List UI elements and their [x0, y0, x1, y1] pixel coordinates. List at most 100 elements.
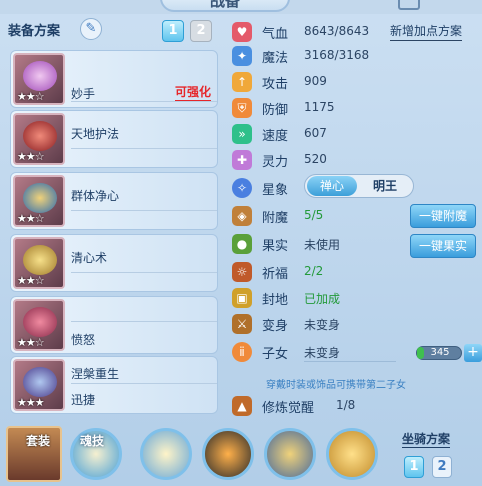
extra-label: 封地: [262, 293, 289, 308]
stat-row: » 速度 607: [232, 122, 480, 146]
heart-icon: ♥: [232, 22, 252, 42]
extra-row: ● 果实 未使用 一键果实: [232, 232, 480, 258]
divider: [71, 210, 217, 211]
equip-slot[interactable]: ★★★: [13, 359, 65, 411]
star-rating: ★★★: [17, 396, 45, 409]
equip-item[interactable]: ★★☆ 妙手 可强化: [10, 50, 218, 108]
equipment-header: 装备方案: [8, 24, 61, 39]
extra-label: 祈福: [262, 267, 289, 282]
equip-slot[interactable]: ★★☆: [13, 175, 65, 227]
child-icon: ⅱ: [232, 342, 252, 362]
purple-ring-icon: [23, 61, 57, 91]
stat-row: ✦ 魔法 3168/3168: [232, 44, 480, 68]
awaken-label: 修炼觉醒: [262, 401, 315, 416]
divider: [71, 101, 217, 102]
extra-label: 变身: [262, 319, 289, 334]
skill-slot-2[interactable]: [202, 428, 254, 480]
toggle-option-chanxin[interactable]: 禅心: [307, 176, 357, 196]
stat-value: 8643/8643: [304, 24, 370, 38]
star-sign-icon: ✧: [232, 178, 252, 198]
awaken-row: ▲ 修炼觉醒 1/8: [232, 394, 480, 418]
equip-slot[interactable]: ★★☆: [13, 237, 65, 289]
soul-skill-label: 魂技: [80, 434, 105, 448]
progress-value: 345: [430, 347, 450, 358]
one-key-enchant-button[interactable]: 一键附魔: [410, 204, 476, 228]
stat-row: ✚ 灵力 520: [232, 148, 480, 172]
stat-value: 607: [304, 126, 327, 140]
attack-icon: ↑: [232, 72, 252, 92]
golden-chain-icon: [23, 245, 57, 275]
equipment-panel: 战备 装备方案 ✎ 1 2 ★★☆ 妙手 可强化 ★★☆ 天地护法 ★★☆ 群体…: [0, 0, 482, 486]
skill-slot-3[interactable]: [264, 428, 316, 480]
mount-plan-title: 坐骑方案: [402, 432, 451, 448]
equip-name: 清心术: [71, 251, 108, 265]
star-rating: ★★☆: [17, 336, 45, 349]
stat-label: 星象: [262, 183, 289, 198]
equip-name: 天地护法: [71, 127, 120, 141]
equip-item[interactable]: ★★☆ 天地护法: [10, 110, 218, 168]
bless-icon: ☼: [232, 262, 252, 282]
red-belt-icon: [23, 307, 57, 337]
extra-value: 未变身: [304, 346, 341, 360]
stat-value: 1175: [304, 100, 335, 114]
divider: [71, 383, 217, 384]
equip-slot[interactable]: ★★☆: [13, 113, 65, 165]
speed-icon: »: [232, 124, 252, 144]
star-rating: ★★☆: [17, 274, 45, 287]
equipment-section: 装备方案 ✎ 1 2 ★★☆ 妙手 可强化 ★★☆ 天地护法 ★★☆ 群体净心 …: [4, 16, 220, 416]
extra-value: 已加成: [304, 292, 341, 306]
mount-plan-button-1[interactable]: 1: [404, 456, 424, 478]
stat-label: 魔法: [262, 51, 289, 66]
pencil-icon[interactable]: ✎: [80, 18, 102, 40]
skill-slot-1[interactable]: [140, 428, 192, 480]
extra-label: 附魔: [262, 211, 289, 226]
extra-value: 未使用: [304, 238, 341, 252]
equip-item[interactable]: ★★★ 涅槃重生 迅捷: [10, 356, 218, 414]
equip-slot[interactable]: ★★☆: [13, 53, 65, 105]
edit-corner-icon[interactable]: [398, 0, 420, 10]
spirit-icon: ✚: [232, 150, 252, 170]
star-rating: ★★☆: [17, 212, 45, 225]
red-fan-icon: [23, 121, 57, 151]
stat-value: 3168/3168: [304, 48, 370, 62]
stat-label: 攻击: [262, 77, 289, 92]
equip-name: 群体净心: [71, 189, 120, 203]
extra-label: 子女: [262, 347, 289, 362]
extra-value: 未变身: [304, 318, 341, 332]
equip-name: 妙手: [71, 87, 96, 101]
mount-plan-button-2[interactable]: 2: [432, 456, 452, 478]
star-rating: ★★☆: [17, 90, 45, 103]
toggle-option-mingwang[interactable]: 明王: [359, 176, 411, 196]
extra-row: ▣ 封地 已加成: [232, 286, 480, 310]
stat-label: 气血: [262, 27, 289, 42]
stat-value: 909: [304, 74, 327, 88]
divider: [71, 321, 217, 322]
divider: [71, 272, 217, 273]
add-button[interactable]: +: [464, 344, 482, 362]
equip-item[interactable]: ★★☆ 愤怒: [10, 296, 218, 354]
upgradable-label[interactable]: 可强化: [175, 83, 212, 101]
stat-row: ↑ 攻击 909: [232, 70, 480, 94]
equip-subname: 迅捷: [71, 393, 96, 407]
plan-button-2[interactable]: 2: [190, 20, 212, 42]
equip-item[interactable]: ★★☆ 清心术: [10, 234, 218, 292]
one-key-fruit-button[interactable]: 一键果实: [410, 234, 476, 258]
awaken-icon: ▲: [232, 396, 252, 416]
stat-label: 防御: [262, 103, 289, 118]
plan-button-1[interactable]: 1: [162, 20, 184, 42]
star-toggle[interactable]: 禅心 明王: [304, 174, 414, 198]
extra-value: 5/5: [304, 208, 324, 222]
equip-name: 愤怒: [71, 333, 96, 347]
star-row: ✧ 星象 禅心 明王: [232, 174, 480, 200]
extra-value: 2/2: [304, 264, 324, 278]
divider: [71, 148, 217, 149]
equip-slot[interactable]: ★★☆: [13, 299, 65, 351]
skill-slot-4[interactable]: [326, 428, 378, 480]
window-title: 战备: [160, 0, 290, 12]
child-progress-bar: 345: [416, 346, 462, 360]
extra-row: ⚔ 变身 未变身: [232, 312, 480, 336]
equip-item[interactable]: ★★☆ 群体净心: [10, 172, 218, 230]
stat-row: ♥ 气血 8643/8643: [232, 20, 480, 44]
extra-row: ☼ 祈福 2/2: [232, 260, 480, 284]
set-slot[interactable]: 套装: [6, 426, 62, 482]
